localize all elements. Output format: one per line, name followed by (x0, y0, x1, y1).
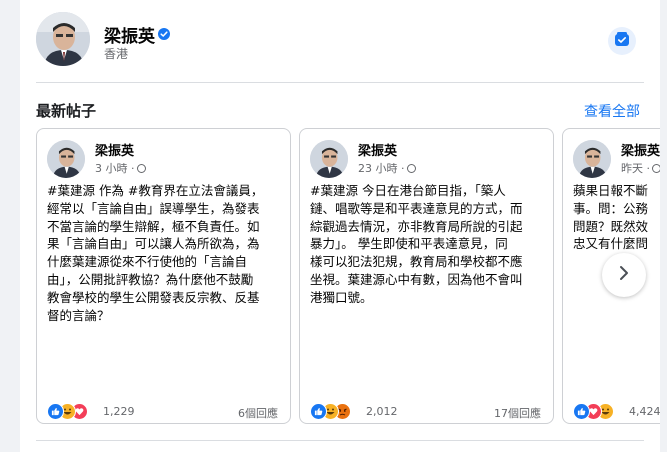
section-title: 最新帖子 (36, 102, 97, 120)
profile-location: 香港 (104, 47, 129, 61)
post-card[interactable]: 梁振英 3 小時 · #葉建源 作為 #教育界在立法會議員， 經常以「言論自由」… (36, 128, 291, 424)
post-timestamp[interactable]: 23 小時 · (358, 160, 416, 176)
messenger-icon (614, 31, 630, 51)
reaction-count[interactable]: 2,012 (366, 405, 398, 418)
profile-name-text[interactable]: 梁振英 (104, 27, 155, 47)
post-timestamp[interactable]: 昨天 · (621, 160, 660, 176)
reaction-count[interactable]: 4,424 (629, 405, 660, 418)
see-all-link[interactable]: 查看全部 (584, 101, 640, 121)
globe-icon (406, 163, 416, 173)
carousel-next-button[interactable] (602, 253, 646, 297)
post-time-text[interactable]: 3 小時 · (95, 162, 135, 175)
reaction-count[interactable]: 1,229 (103, 405, 135, 418)
post-card[interactable]: 梁振英 23 小時 · #葉建源 今日在港台節目指，「築人 鏈、唱歌等是和平表達… (299, 128, 554, 424)
post-text[interactable]: #葉建源 今日在港台節目指，「築人 鏈、唱歌等是和平表達意見的方式，而 綜觀過去… (310, 182, 546, 307)
post-author-name[interactable]: 梁振英 (95, 140, 134, 159)
comment-count[interactable]: 6個回應 (238, 405, 278, 421)
post-time-text[interactable]: 昨天 · (621, 162, 650, 175)
post-author-name[interactable]: 梁振英 (358, 140, 397, 159)
post-author-avatar[interactable] (310, 140, 348, 178)
post-time-text[interactable]: 23 小時 · (358, 162, 405, 175)
globe-icon (652, 163, 660, 173)
post-text[interactable]: 蘋果日報不斷 事。問：公務 問題？既然效 忠又有什麼問 (573, 182, 660, 253)
like-reaction-icon (47, 403, 64, 420)
like-reaction-icon (573, 403, 590, 420)
divider (36, 82, 644, 83)
page-panel: 梁振英 香港 最新帖子 查看全部 梁振英 3 小時 · #葉建源 作為 #教育界… (20, 0, 660, 452)
globe-icon (136, 163, 146, 173)
profile-avatar[interactable] (36, 12, 90, 66)
post-text[interactable]: #葉建源 作為 #教育界在立法會議員， 經常以「言論自由」誤導學生，為發表 不當… (47, 182, 283, 324)
post-timestamp[interactable]: 3 小時 · (95, 160, 146, 176)
verified-badge-icon (158, 25, 170, 45)
like-reaction-icon (310, 403, 327, 420)
post-author-avatar[interactable] (47, 140, 85, 178)
post-author-name[interactable]: 梁振英 (621, 140, 660, 159)
post-footer: 2,012 17個回應 (310, 403, 543, 421)
post-author-avatar[interactable] (573, 140, 611, 178)
comment-count[interactable]: 17個回應 (494, 405, 541, 421)
message-button[interactable] (608, 27, 636, 55)
post-footer: 1,229 6個回應 (47, 403, 280, 421)
profile-name[interactable]: 梁振英 (104, 22, 170, 47)
chevron-right-icon (617, 265, 631, 285)
divider (36, 440, 644, 441)
post-footer: 4,424 (573, 403, 660, 420)
